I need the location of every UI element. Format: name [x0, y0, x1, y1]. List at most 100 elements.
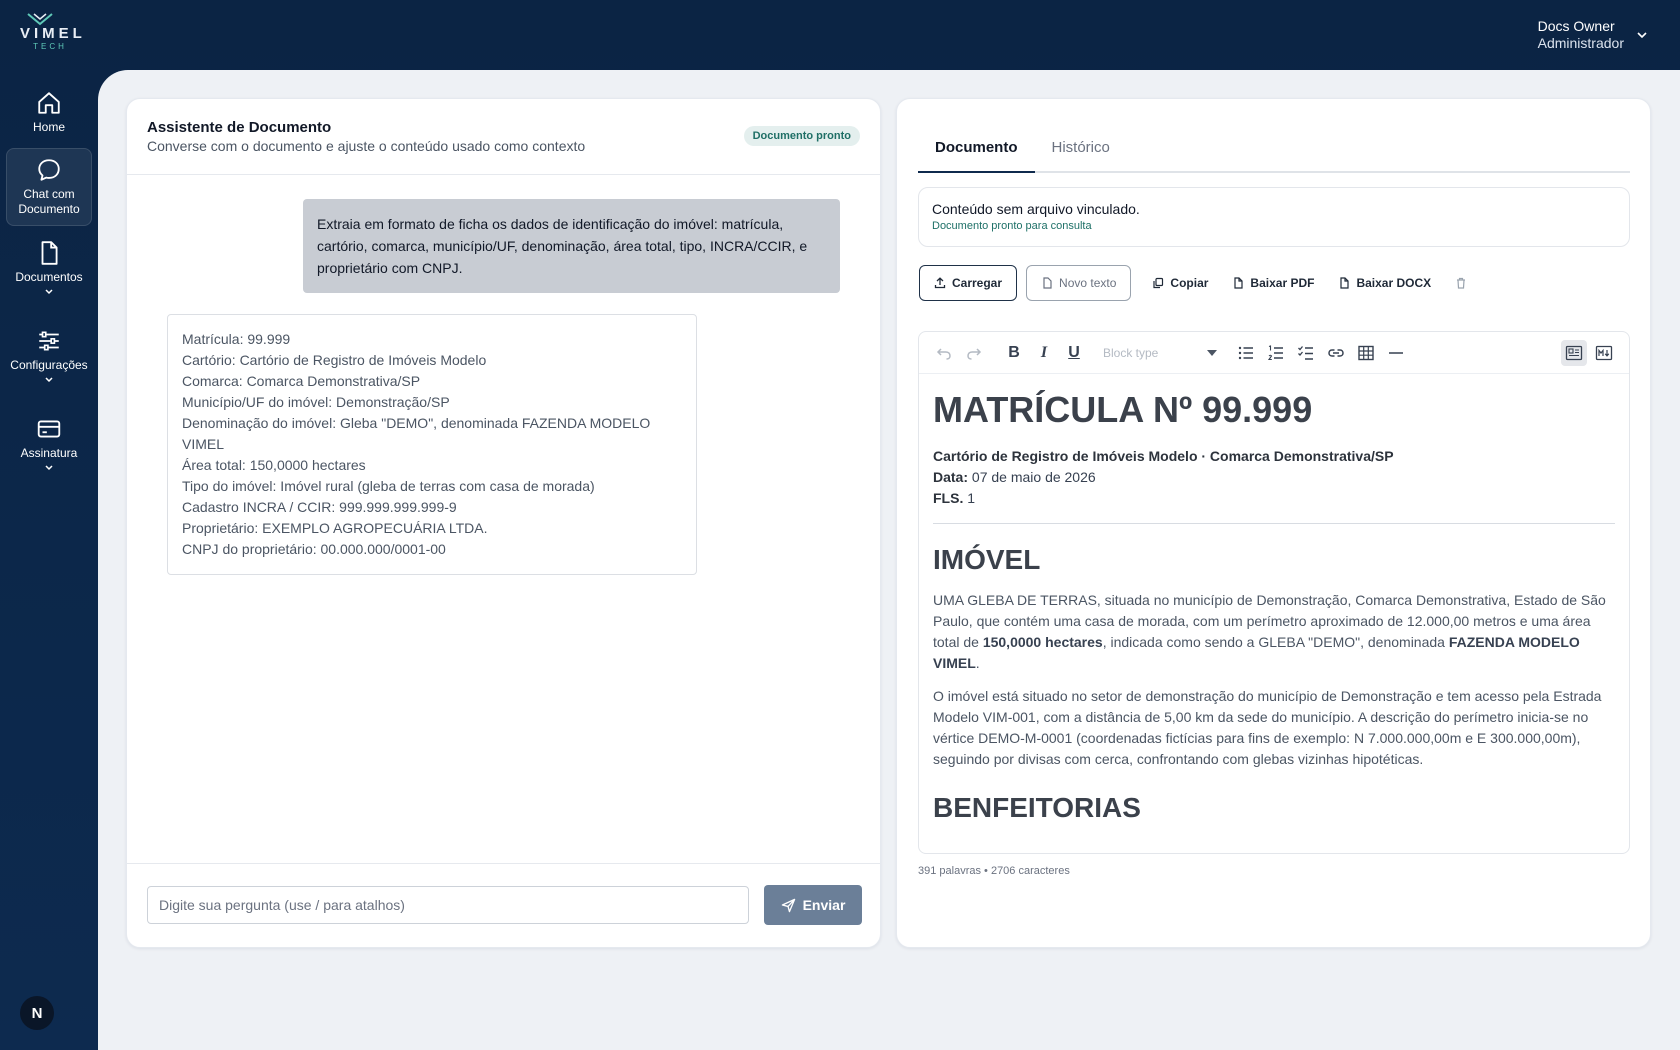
numbered-list-icon[interactable] — [1263, 340, 1289, 366]
sidebar-item-documentos[interactable]: Documentos — [6, 240, 92, 312]
assistant-line: Cartório: Cartório de Registro de Imóvei… — [182, 352, 487, 368]
document-actions: Carregar Novo texto Copiar Baixar PDF Ba… — [919, 264, 1479, 302]
chat-header: Assistente de Documento Converse com o d… — [127, 99, 880, 175]
copy-button[interactable]: Copiar — [1140, 265, 1220, 301]
top-bar: VIMEL TECH Docs Owner Administrador — [0, 0, 1680, 70]
download-pdf-label: Baixar PDF — [1250, 276, 1315, 290]
assistant-line: Comarca: Comarca Demonstrativa/SP — [182, 373, 421, 389]
horizontal-rule-icon[interactable] — [1383, 340, 1409, 366]
chevron-down-icon[interactable] — [44, 375, 54, 385]
download-pdf-button[interactable]: Baixar PDF — [1220, 265, 1326, 301]
doc-heading-benfeitorias: BENFEITORIAS — [933, 792, 1141, 823]
delete-button[interactable] — [1443, 265, 1479, 301]
doc-meta-fls-label: FLS. — [933, 490, 964, 506]
doc-meta-date-label: Data: — [933, 469, 969, 485]
italic-icon[interactable]: I — [1031, 340, 1057, 366]
assistant-line: Município/UF do imóvel: Demonstração/SP — [182, 394, 450, 410]
logo[interactable]: VIMEL TECH — [20, 12, 86, 51]
assistant-line: Denominação do imóvel: Gleba "DEMO", den… — [182, 415, 651, 452]
next-badge[interactable]: N — [20, 996, 54, 1030]
user-menu[interactable]: Docs Owner Administrador — [1538, 18, 1648, 52]
sidebar-item-chat[interactable]: Chat com Documento — [6, 148, 92, 226]
tab-historico[interactable]: Histórico — [1035, 133, 1127, 173]
underline-icon[interactable]: U — [1061, 340, 1087, 366]
new-text-label: Novo texto — [1059, 276, 1117, 290]
chat-input-placeholder: Digite sua pergunta (use / para atalhos) — [159, 897, 405, 913]
sidebar-item-assinatura[interactable]: Assinatura — [6, 416, 92, 488]
brand-name: VIMEL — [20, 25, 86, 42]
doc-paragraph: UMA GLEBA DE TERRAS, situada no municípi… — [933, 592, 1606, 671]
table-icon[interactable] — [1353, 340, 1379, 366]
assistant-line: Cadastro INCRA / CCIR: 999.999.999.999-9 — [182, 499, 457, 515]
doc-heading-matricula: MATRÍCULA Nº 99.999 — [933, 389, 1313, 430]
assistant-line: Proprietário: EXEMPLO AGROPECUÁRIA LTDA. — [182, 520, 488, 536]
info-sub: Documento pronto para consulta — [932, 220, 1092, 232]
new-text-button[interactable]: Novo texto — [1026, 265, 1132, 301]
info-main: Conteúdo sem arquivo vinculado. — [932, 201, 1140, 217]
file-icon — [1234, 277, 1244, 289]
chevron-down-icon[interactable] — [44, 287, 54, 297]
credit-card-icon — [37, 420, 61, 438]
chevron-down-icon[interactable] — [1636, 29, 1648, 41]
home-icon — [38, 92, 60, 114]
checklist-icon[interactable] — [1293, 340, 1319, 366]
doc-meta-registry: Cartório de Registro de Imóveis Modelo ·… — [933, 448, 1394, 464]
editor-content[interactable]: MATRÍCULA Nº 99.999 Cartório de Registro… — [919, 374, 1629, 834]
brand-tagline: TECH — [33, 42, 67, 51]
markdown-mode-icon[interactable] — [1591, 340, 1617, 366]
logo-mark-icon — [27, 13, 53, 26]
send-button[interactable]: Enviar — [764, 885, 862, 925]
download-docx-label: Baixar DOCX — [1356, 276, 1432, 290]
assistant-message: Matrícula: 99.999 Cartório: Cartório de … — [167, 314, 697, 575]
bold-icon[interactable]: B — [1001, 340, 1027, 366]
assistant-line: CNPJ do proprietário: 00.000.000/0001-00 — [182, 541, 446, 557]
sidebar-item-label: Assinatura — [20, 446, 78, 460]
sidebar-item-label: Home — [32, 120, 65, 134]
download-docx-button[interactable]: Baixar DOCX — [1326, 265, 1443, 301]
edit-file-icon — [1043, 277, 1052, 289]
link-icon[interactable] — [1323, 340, 1349, 366]
bullet-list-icon[interactable] — [1233, 340, 1259, 366]
user-message: Extraia em formato de ficha os dados de … — [303, 199, 840, 293]
user-name: Docs Owner — [1537, 18, 1615, 34]
user-role: Administrador — [1537, 35, 1624, 51]
sliders-icon — [39, 331, 59, 351]
document-panel: Documento Histórico Conteúdo sem arquivo… — [896, 98, 1651, 948]
chat-input[interactable]: Digite sua pergunta (use / para atalhos) — [147, 886, 749, 924]
sidebar-item-configuracoes[interactable]: Configurações — [6, 328, 92, 400]
doc-meta-fls: 1 — [963, 490, 976, 506]
editor-toolbar: B I U Block type — [919, 332, 1629, 374]
doc-paragraph: O imóvel está situado no setor de demons… — [933, 688, 1602, 767]
redo-icon[interactable] — [961, 340, 987, 366]
block-type-placeholder: Block type — [1103, 345, 1159, 360]
sidebar: Home Chat com Documento Documentos Confi… — [0, 70, 98, 1050]
document-icon — [41, 241, 58, 265]
tab-documento[interactable]: Documento — [918, 133, 1035, 173]
file-icon — [1340, 277, 1350, 289]
undo-icon[interactable] — [931, 340, 957, 366]
upload-label: Carregar — [952, 276, 1003, 290]
chat-panel: Assistente de Documento Converse com o d… — [126, 98, 881, 948]
copy-label: Copiar — [1170, 276, 1209, 290]
upload-button[interactable]: Carregar — [919, 265, 1018, 301]
trash-icon — [1457, 277, 1466, 289]
divider — [933, 523, 1615, 524]
chat-footer: Digite sua pergunta (use / para atalhos)… — [127, 863, 880, 947]
assistant-line: Área total: 150,0000 hectares — [182, 457, 366, 473]
block-type-select[interactable]: Block type — [1097, 340, 1223, 366]
sidebar-item-label: Documentos — [15, 270, 83, 284]
main-canvas: Assistente de Documento Converse com o d… — [98, 70, 1680, 1050]
document-editor[interactable]: B I U Block type MATRÍCULA Nº 99.999 Car… — [918, 331, 1630, 854]
sidebar-item-label: Chat com Documento — [18, 187, 80, 216]
upload-icon — [934, 277, 946, 289]
rich-text-mode-icon[interactable] — [1561, 339, 1587, 366]
sidebar-item-label: Configurações — [10, 358, 88, 372]
copy-icon — [1153, 277, 1164, 289]
doc-meta-date: 07 de maio de 2026 — [968, 469, 1096, 485]
send-label: Enviar — [802, 897, 846, 913]
document-tabs: Documento Histórico — [918, 133, 1630, 173]
doc-heading-imovel: IMÓVEL — [933, 544, 1041, 575]
chevron-down-icon[interactable] — [44, 463, 54, 473]
dropdown-arrow-icon — [1207, 349, 1217, 356]
sidebar-item-home[interactable]: Home — [6, 86, 92, 148]
